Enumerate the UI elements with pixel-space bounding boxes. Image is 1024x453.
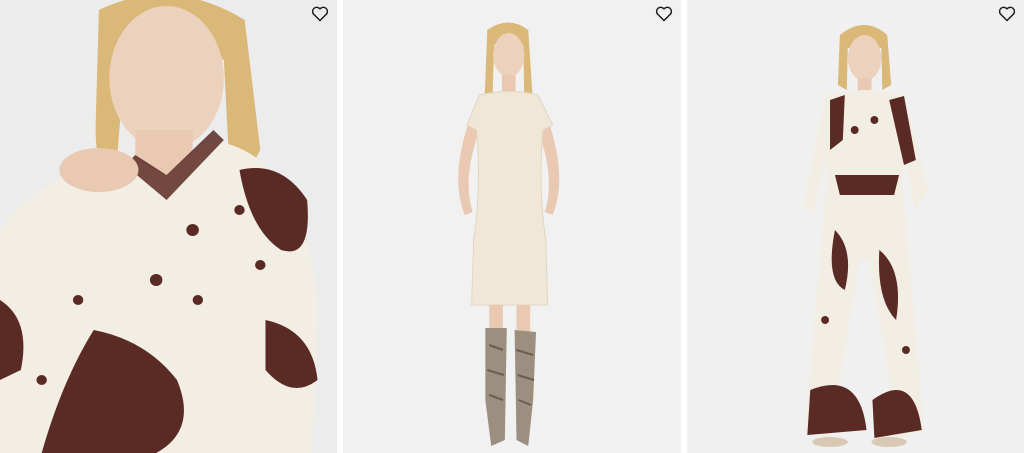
product-card[interactable] <box>0 0 338 453</box>
heart-outline-icon[interactable] <box>309 4 331 24</box>
heart-outline-icon[interactable] <box>653 4 675 24</box>
product-card[interactable] <box>343 0 681 453</box>
heart-outline-icon[interactable] <box>996 4 1018 24</box>
product-card[interactable] <box>686 0 1024 453</box>
product-image[interactable] <box>0 0 338 453</box>
product-image[interactable] <box>343 0 681 453</box>
product-image[interactable] <box>686 0 1024 453</box>
product-grid <box>0 0 1024 453</box>
